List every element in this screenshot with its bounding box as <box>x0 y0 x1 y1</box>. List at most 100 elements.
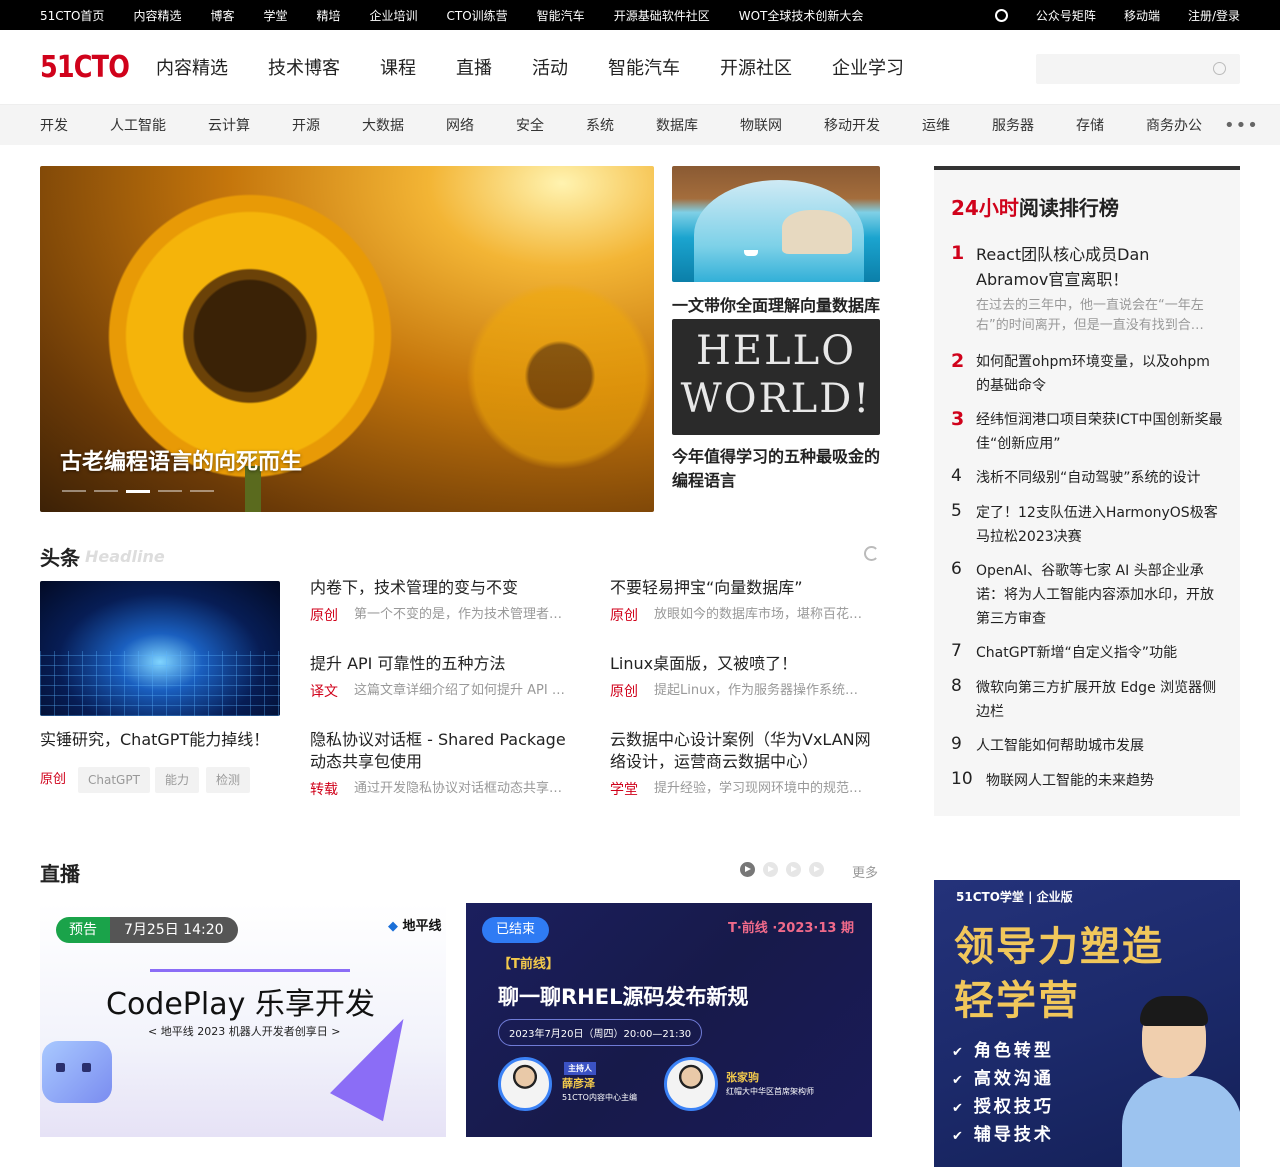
top-link-enterprise-training[interactable]: 企业培训 <box>370 7 418 24</box>
rank-number: 5 <box>951 501 962 521</box>
top-bar-links: 51CTO首页 内容精选 博客 学堂 精培 企业培训 CTO训练营 智能汽车 开… <box>40 0 892 30</box>
rank-title[interactable]: OpenAI、谷歌等七家 AI 头部企业承诺：将为人工智能内容添加水印，开放第三… <box>976 559 1223 631</box>
top-bar-right: 公众号矩阵 移动端 注册/登录 <box>967 0 1240 30</box>
site-logo[interactable]: 51CTO <box>40 50 130 85</box>
rank-title[interactable]: 如何配置ohpm环境变量，以及ohpm的基础命令 <box>976 350 1223 398</box>
carousel-dot-active[interactable] <box>126 490 150 493</box>
article-title[interactable]: Linux桌面版，又被喷了！ <box>610 653 880 675</box>
category-iot[interactable]: 物联网 <box>740 115 782 135</box>
article-title[interactable]: 不要轻易押宝“向量数据库” <box>610 577 880 599</box>
top-link-open-source[interactable]: 开源基础软件社区 <box>614 7 710 24</box>
article-title[interactable]: 内卷下，技术管理的变与不变 <box>310 577 580 599</box>
nav-item-live[interactable]: 直播 <box>456 54 492 80</box>
rank-title[interactable]: 浅析不同级别“自动驾驶”系统的设计 <box>976 466 1223 490</box>
side-article-image-cave[interactable] <box>672 166 880 282</box>
live-card[interactable]: 已结束 T·前线 ·2023·13 期 【T前线】 聊一聊RHEL源码发布新规 … <box>466 903 872 1137</box>
category-security[interactable]: 安全 <box>516 115 544 135</box>
side-article-image-chalkboard[interactable]: HELLO WORLD! <box>672 319 880 435</box>
nav-item-open-source[interactable]: 开源社区 <box>720 54 792 80</box>
article-title[interactable]: 隐私协议对话框 - Shared Package动态共享包使用 <box>310 729 580 773</box>
live-card[interactable]: ◆ 地平线 CodePlay 乐享开发 < 地平线 2023 机器人开发者创享日… <box>40 903 446 1137</box>
rank-title[interactable]: 物联网人工智能的未来趋势 <box>986 769 1233 793</box>
top-link-login[interactable]: 注册/登录 <box>1188 7 1240 24</box>
side-article-title[interactable]: 今年值得学习的五种最吸金的编程语言 <box>672 445 882 493</box>
side-article-title[interactable]: 一文带你全面理解向量数据库 <box>672 292 880 316</box>
nav-item-blog[interactable]: 技术博客 <box>268 54 340 80</box>
headline-article[interactable]: 云数据中心设计案例（华为VxLAN网络设计，运营商云数据中心） 学堂 提升经验，… <box>610 729 880 799</box>
tag-chip[interactable]: ChatGPT <box>78 767 150 793</box>
tag-chip[interactable]: 能力 <box>155 767 200 793</box>
headline-article[interactable]: 隐私协议对话框 - Shared Package动态共享包使用 转载 通过开发隐… <box>310 729 580 799</box>
top-link-home[interactable]: 51CTO首页 <box>40 7 104 24</box>
headline-feature-title[interactable]: 实锤研究，ChatGPT能力掉线！ <box>40 726 269 750</box>
nav-item-smart-car[interactable]: 智能汽车 <box>608 54 680 80</box>
pager-dot[interactable] <box>786 862 801 877</box>
category-cloud[interactable]: 云计算 <box>208 115 250 135</box>
carousel-dot[interactable] <box>158 490 182 492</box>
article-title[interactable]: 云数据中心设计案例（华为VxLAN网络设计，运营商云数据中心） <box>610 729 880 773</box>
carousel-dot[interactable] <box>62 490 86 492</box>
headline-article[interactable]: 内卷下，技术管理的变与不变 原创 第一个不变的是，作为技术管理者… <box>310 577 580 625</box>
rank-title[interactable]: 微软向第三方扩展开放 Edge 浏览器侧边栏 <box>976 676 1223 724</box>
rank-desc: 在过去的三年中，他一直说会在“一年左右”的时间离开，但是一直没有找到合… <box>976 298 1204 333</box>
rank-number: 9 <box>951 734 962 754</box>
category-mobile[interactable]: 移动开发 <box>824 115 880 135</box>
headline-article[interactable]: 不要轻易押宝“向量数据库” 原创 放眼如今的数据库市场，堪称百花… <box>610 577 880 625</box>
top-link-selected[interactable]: 内容精选 <box>133 7 181 24</box>
category-database[interactable]: 数据库 <box>656 115 698 135</box>
top-link-edu[interactable]: 学堂 <box>263 7 287 24</box>
rank-number: 3 <box>951 408 965 430</box>
top-link-cto-camp[interactable]: CTO训练营 <box>447 7 508 24</box>
rank-number: 8 <box>951 676 962 696</box>
category-big-data[interactable]: 大数据 <box>362 115 404 135</box>
rank-title[interactable]: 经纬恒润港口项目荣获ICT中国创新奖最佳“创新应用” <box>976 408 1223 456</box>
hero-caption[interactable]: 古老编程语言的向死而生 <box>60 444 302 476</box>
headline-article[interactable]: 提升 API 可靠性的五种方法 译文 这篇文章详细介绍了如何提升 API … <box>310 653 580 701</box>
category-ops[interactable]: 运维 <box>922 115 950 135</box>
headline-title: 头条 <box>40 546 80 570</box>
nav-item-selected[interactable]: 内容精选 <box>156 54 228 80</box>
carousel-dot[interactable] <box>94 490 118 492</box>
chalkboard-text: HELLO WORLD! <box>680 328 872 422</box>
nav-item-events[interactable]: 活动 <box>532 54 568 80</box>
category-dev[interactable]: 开发 <box>40 115 68 135</box>
top-link-wechat-matrix[interactable]: 公众号矩阵 <box>1036 7 1096 24</box>
nav-item-courses[interactable]: 课程 <box>380 54 416 80</box>
headline-article[interactable]: Linux桌面版，又被喷了！ 原创 提起Linux，作为服务器操作系统… <box>610 653 880 701</box>
host-desc: 51CTO内容中心主编 <box>562 1093 637 1102</box>
top-link-mobile[interactable]: 移动端 <box>1124 7 1160 24</box>
top-link-training[interactable]: 精培 <box>316 7 340 24</box>
headline-feature-image[interactable] <box>40 581 280 716</box>
more-categories-icon[interactable]: ••• <box>1224 115 1259 136</box>
category-system[interactable]: 系统 <box>586 115 614 135</box>
ad-subtitle: 轻学营 <box>954 978 1080 1024</box>
search-input[interactable] <box>1036 54 1240 84</box>
more-link[interactable]: 更多 <box>852 862 878 881</box>
top-link-wot[interactable]: WOT全球技术创新大会 <box>739 7 864 24</box>
search-icon[interactable] <box>1213 62 1226 75</box>
category-server[interactable]: 服务器 <box>992 115 1034 135</box>
pager-dot[interactable] <box>763 862 778 877</box>
carousel-dot[interactable] <box>190 490 214 492</box>
rank-title[interactable]: ChatGPT新增“自定义指令”功能 <box>976 641 1223 665</box>
rank-title[interactable]: 人工智能如何帮助城市发展 <box>976 734 1223 758</box>
category-network[interactable]: 网络 <box>446 115 474 135</box>
article-title[interactable]: 提升 API 可靠性的五种方法 <box>310 653 580 675</box>
search-icon[interactable] <box>994 8 1008 22</box>
ad-banner[interactable]: 51CTO学堂 | 企业版 领导力塑造 轻学营 角色转型 高效沟通 授权技巧 辅… <box>934 880 1240 1167</box>
nav-item-enterprise[interactable]: 企业学习 <box>832 54 904 80</box>
pager-dot[interactable] <box>809 862 824 877</box>
top-link-smart-car[interactable]: 智能汽车 <box>537 7 585 24</box>
category-ai[interactable]: 人工智能 <box>110 115 166 135</box>
category-office[interactable]: 商务办公 <box>1146 115 1202 135</box>
pager-dot-active[interactable] <box>740 862 755 877</box>
hero-carousel[interactable]: 古老编程语言的向死而生 <box>40 166 654 512</box>
category-storage[interactable]: 存储 <box>1076 115 1104 135</box>
rank-title[interactable]: React团队核心成员Dan Abramov官宣离职！ <box>976 242 1223 292</box>
refresh-icon[interactable] <box>864 546 879 561</box>
tag-chip[interactable]: 检测 <box>206 767 251 793</box>
rank-title[interactable]: 定了！12支队伍进入HarmonyOS极客马拉松2023决赛 <box>976 501 1223 549</box>
category-open-source[interactable]: 开源 <box>292 115 320 135</box>
top-link-blog[interactable]: 博客 <box>210 7 234 24</box>
rank-number: 10 <box>951 769 973 789</box>
